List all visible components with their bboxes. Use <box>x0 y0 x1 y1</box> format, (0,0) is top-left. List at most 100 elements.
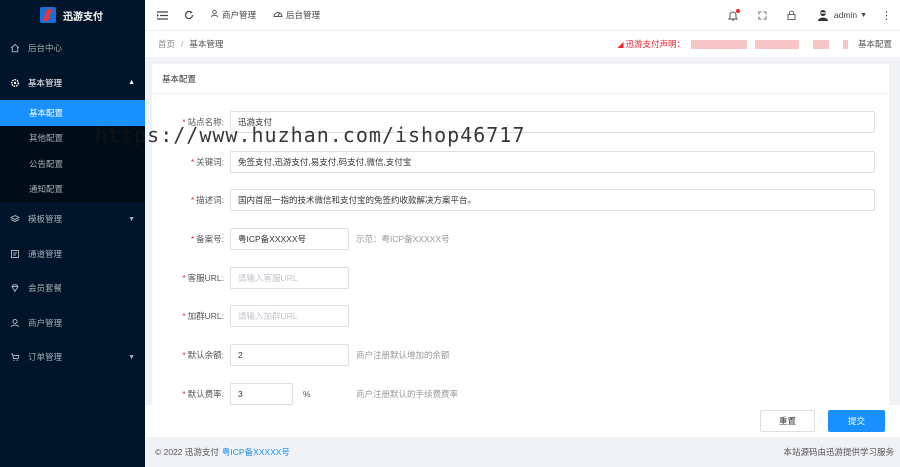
required-mark: * <box>190 195 195 205</box>
chevron-up-icon: ▲ <box>128 79 135 87</box>
required-mark: * <box>190 234 195 244</box>
keywords-input[interactable]: 免签支付,迅游支付,易支付,码支付,微信,支付宝 <box>230 151 875 173</box>
channel-icon <box>10 249 20 259</box>
required-mark: * <box>182 117 186 127</box>
sidebar-item-dashboard[interactable]: 后台中心 <box>0 31 145 66</box>
layers-icon <box>10 214 20 224</box>
refresh-icon[interactable] <box>184 10 194 20</box>
sidebar-item-basic-config[interactable]: 基本配置 <box>0 100 145 126</box>
sidebar-item-notice-config[interactable]: 公告配置 <box>0 151 145 177</box>
menu-toggle-icon[interactable] <box>157 10 168 20</box>
required-mark: * <box>182 350 186 360</box>
dashboard-icon <box>273 9 283 21</box>
footer-right-text: 本站源码由迅游提供学习服务 <box>783 447 894 457</box>
avatar[interactable] <box>817 9 829 21</box>
reset-button[interactable]: 重置 <box>760 410 815 432</box>
sidebar-item-membership[interactable]: 会员套餐 <box>0 271 145 306</box>
required-mark: * <box>182 273 186 283</box>
tab-label: 后台管理 <box>286 10 321 20</box>
submit-button[interactable]: 提交 <box>828 410 885 432</box>
tab-admin-management[interactable]: 后台管理 <box>273 9 320 21</box>
sidebar-item-basic-management[interactable]: 基本管理 ▲ <box>0 66 145 101</box>
icp-link[interactable]: 粤ICP备XXXXX号 <box>222 446 290 458</box>
lock-icon[interactable] <box>787 10 796 20</box>
sidebar-item-label: 通道管理 <box>28 248 63 259</box>
config-card: 基本配置 * 站点名称: 迅游支付 * 关键词: 免签支付,迅游支付,易支付,码支付… <box>152 64 889 405</box>
form-row-icp: * 备案号: 粤ICP备XXXXX号 示范：粤ICP备XXXXX号 <box>152 227 889 251</box>
sidebar-item-merchant[interactable]: 商户管理 <box>0 306 145 341</box>
announcement-icon: ◢ <box>617 39 624 49</box>
logo-icon <box>40 7 56 23</box>
more-icon[interactable]: ⋮ <box>881 9 892 22</box>
submenu-basic-management: 基本配置 其他配置 公告配置 通知配置 <box>0 100 145 202</box>
icp-input[interactable]: 粤ICP备XXXXX号 <box>230 228 349 250</box>
fullscreen-icon[interactable] <box>758 10 767 20</box>
field-label: 站点名称: <box>187 117 224 127</box>
diamond-icon <box>10 283 20 293</box>
user-name[interactable]: admin <box>834 10 857 20</box>
redacted-block <box>690 39 747 49</box>
announcement-label: 迅游支付声明： <box>625 39 685 49</box>
default-balance-hint: 商户注册默认增加的余额 <box>356 350 450 360</box>
tab-merchant-management[interactable]: 商户管理 <box>210 9 256 21</box>
cart-icon <box>10 352 20 362</box>
redacted-block <box>754 39 799 49</box>
form-row-keywords: * 关键词: 免签支付,迅游支付,易支付,码支付,微信,支付宝 <box>152 150 889 174</box>
field-label: 默认余额: <box>187 350 224 360</box>
form-row-service-url: * 客服URL: 请输入客服URL <box>152 266 889 290</box>
sidebar-item-label: 会员套餐 <box>28 283 63 294</box>
notification-dot <box>735 8 740 13</box>
sidebar-item-label: 商户管理 <box>28 317 63 328</box>
field-label: 加群URL: <box>187 311 224 321</box>
required-mark: * <box>190 157 195 167</box>
sidebar-item-label: 后台中心 <box>28 43 63 54</box>
sidebar-item-other-config[interactable]: 其他配置 <box>0 126 145 152</box>
group-url-input[interactable]: 请输入加群URL <box>230 305 349 327</box>
field-label: 默认费率: <box>187 389 224 399</box>
user-icon <box>210 9 219 21</box>
default-balance-input[interactable]: 2 <box>230 344 349 366</box>
site-name-input[interactable]: 迅游支付 <box>230 111 875 133</box>
default-rate-input[interactable]: 3 <box>230 383 293 405</box>
redacted-block <box>812 39 829 49</box>
breadcrumb-home[interactable]: 首页 <box>158 38 175 50</box>
sidebar-item-orders[interactable]: 订单管理 ▼ <box>0 340 145 375</box>
user-icon <box>10 318 20 328</box>
required-mark: * <box>182 311 186 321</box>
chevron-down-icon: ▼ <box>128 215 135 223</box>
card-title: 基本配置 <box>152 64 889 94</box>
breadcrumb-separator: / <box>181 39 184 49</box>
sidebar-item-template[interactable]: 模板管理 ▼ <box>0 202 145 237</box>
announcement: ◢ 迅游支付声明： 基本配置 <box>617 38 900 50</box>
topbar: 商户管理 后台管理 admin ▼ ⋮ <box>145 0 900 31</box>
page-footer: © 2022 迅游支付 粤ICP备XXXXX号 本站源码由迅游提供学习服务 <box>145 437 900 467</box>
service-url-input[interactable]: 请输入客服URL <box>230 267 349 289</box>
copyright-text: © 2022 迅游支付 <box>155 447 219 457</box>
app-logo[interactable]: 迅游支付 <box>0 0 145 30</box>
sidebar-item-label: 模板管理 <box>28 214 63 225</box>
field-label: 关键词: <box>196 157 224 167</box>
default-rate-hint: 商户注册默认的手续费费率 <box>356 389 459 399</box>
chevron-down-icon[interactable]: ▼ <box>860 12 867 19</box>
action-bar: 重置 提交 <box>145 405 900 437</box>
breadcrumb-current: 基本管理 <box>189 39 224 49</box>
description-input[interactable]: 国内首屈一指的技术微信和支付宝的免签约收款解决方案平台。 <box>230 189 875 211</box>
home-icon <box>10 43 20 53</box>
page-tab-basic-config[interactable]: 基本配置 <box>858 38 892 50</box>
field-label: 客服URL: <box>187 273 224 283</box>
required-mark: * <box>182 389 186 399</box>
sidebar: 迅游支付 后台中心 基本管理 ▲ 基本配置 其他配置 公告配置 通知配置 模板管… <box>0 0 145 467</box>
rate-unit: % <box>303 389 311 399</box>
form-row-default-rate: * 默认费率: 3 % 商户注册默认的手续费费率 <box>152 382 889 405</box>
sidebar-item-label: 订单管理 <box>28 352 63 363</box>
sidebar-item-label: 基本管理 <box>28 77 63 88</box>
form-row-default-balance: * 默认余额: 2 商户注册默认增加的余额 <box>152 343 889 367</box>
sidebar-item-notify-config[interactable]: 通知配置 <box>0 177 145 203</box>
icp-hint: 示范：粤ICP备XXXXX号 <box>356 234 450 244</box>
bell-icon[interactable] <box>727 8 740 21</box>
sidebar-item-channel[interactable]: 通道管理 <box>0 237 145 272</box>
redacted-block <box>842 39 848 49</box>
field-label: 备案号: <box>196 234 224 244</box>
gear-icon <box>10 78 20 88</box>
form-row-group-url: * 加群URL: 请输入加群URL <box>152 304 889 328</box>
